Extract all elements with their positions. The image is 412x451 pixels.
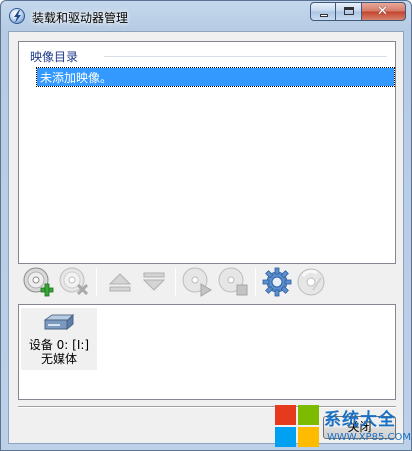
app-lightning-icon[interactable]	[9, 8, 25, 24]
mount-button[interactable]	[181, 266, 213, 298]
header-divider	[104, 56, 387, 57]
move-down-button[interactable]	[138, 266, 170, 298]
move-up-button[interactable]	[104, 266, 136, 298]
window-title: 装载和驱动器管理	[32, 11, 129, 25]
settings-button[interactable]	[261, 266, 293, 298]
watermark-url: WWW.XP85.COM	[327, 432, 411, 443]
settings-gear-icon	[262, 267, 292, 297]
maximize-icon	[344, 7, 354, 15]
add-image-icon	[23, 267, 54, 297]
disc-button[interactable]	[295, 266, 327, 298]
close-icon: ✕	[377, 4, 388, 19]
minimize-button[interactable]	[310, 2, 336, 21]
move-up-icon	[108, 273, 132, 292]
dialog-client-area: 映像目录 未添加映像。 设备 0: [I:] 无媒体 关闭	[8, 31, 404, 444]
maximize-button[interactable]	[336, 2, 362, 21]
drive-icon	[43, 314, 75, 331]
image-list-header: 映像目录	[30, 50, 79, 64]
main-window: 装载和驱动器管理 ✕ 映像目录 未添加映像。 设备 0: [I:] 无媒体 关闭…	[0, 0, 412, 451]
caption-buttons: ✕	[310, 2, 406, 21]
unmount-button[interactable]	[217, 266, 249, 298]
title-bar[interactable]: 装载和驱动器管理 ✕	[1, 1, 411, 31]
remove-image-icon	[59, 267, 89, 296]
toolbar-separator	[255, 268, 256, 296]
move-down-icon	[142, 272, 166, 291]
toolbar-separator	[96, 268, 97, 296]
toolbar	[18, 264, 396, 300]
watermark-brand: 系统大全	[324, 410, 396, 430]
unmount-stop-icon	[218, 267, 248, 296]
close-window-button[interactable]: ✕	[362, 2, 406, 21]
remove-image-button[interactable]	[58, 266, 90, 298]
list-item[interactable]: 未添加映像。	[36, 67, 395, 87]
device-label: 设备 0: [I:] 无媒体	[28, 338, 90, 366]
site-watermark: 系统大全 WWW.XP85.COM	[273, 405, 412, 451]
disc-icon	[297, 268, 325, 296]
add-image-button[interactable]	[22, 266, 54, 298]
mount-play-icon	[182, 267, 212, 297]
windows-logo-icon	[275, 405, 321, 449]
image-list-panel[interactable]: 映像目录 未添加映像。	[18, 41, 396, 264]
device-item[interactable]: 设备 0: [I:] 无媒体	[21, 308, 97, 370]
toolbar-separator	[175, 268, 176, 296]
device-list-panel[interactable]: 设备 0: [I:] 无媒体	[18, 304, 396, 400]
minimize-icon	[320, 14, 328, 17]
